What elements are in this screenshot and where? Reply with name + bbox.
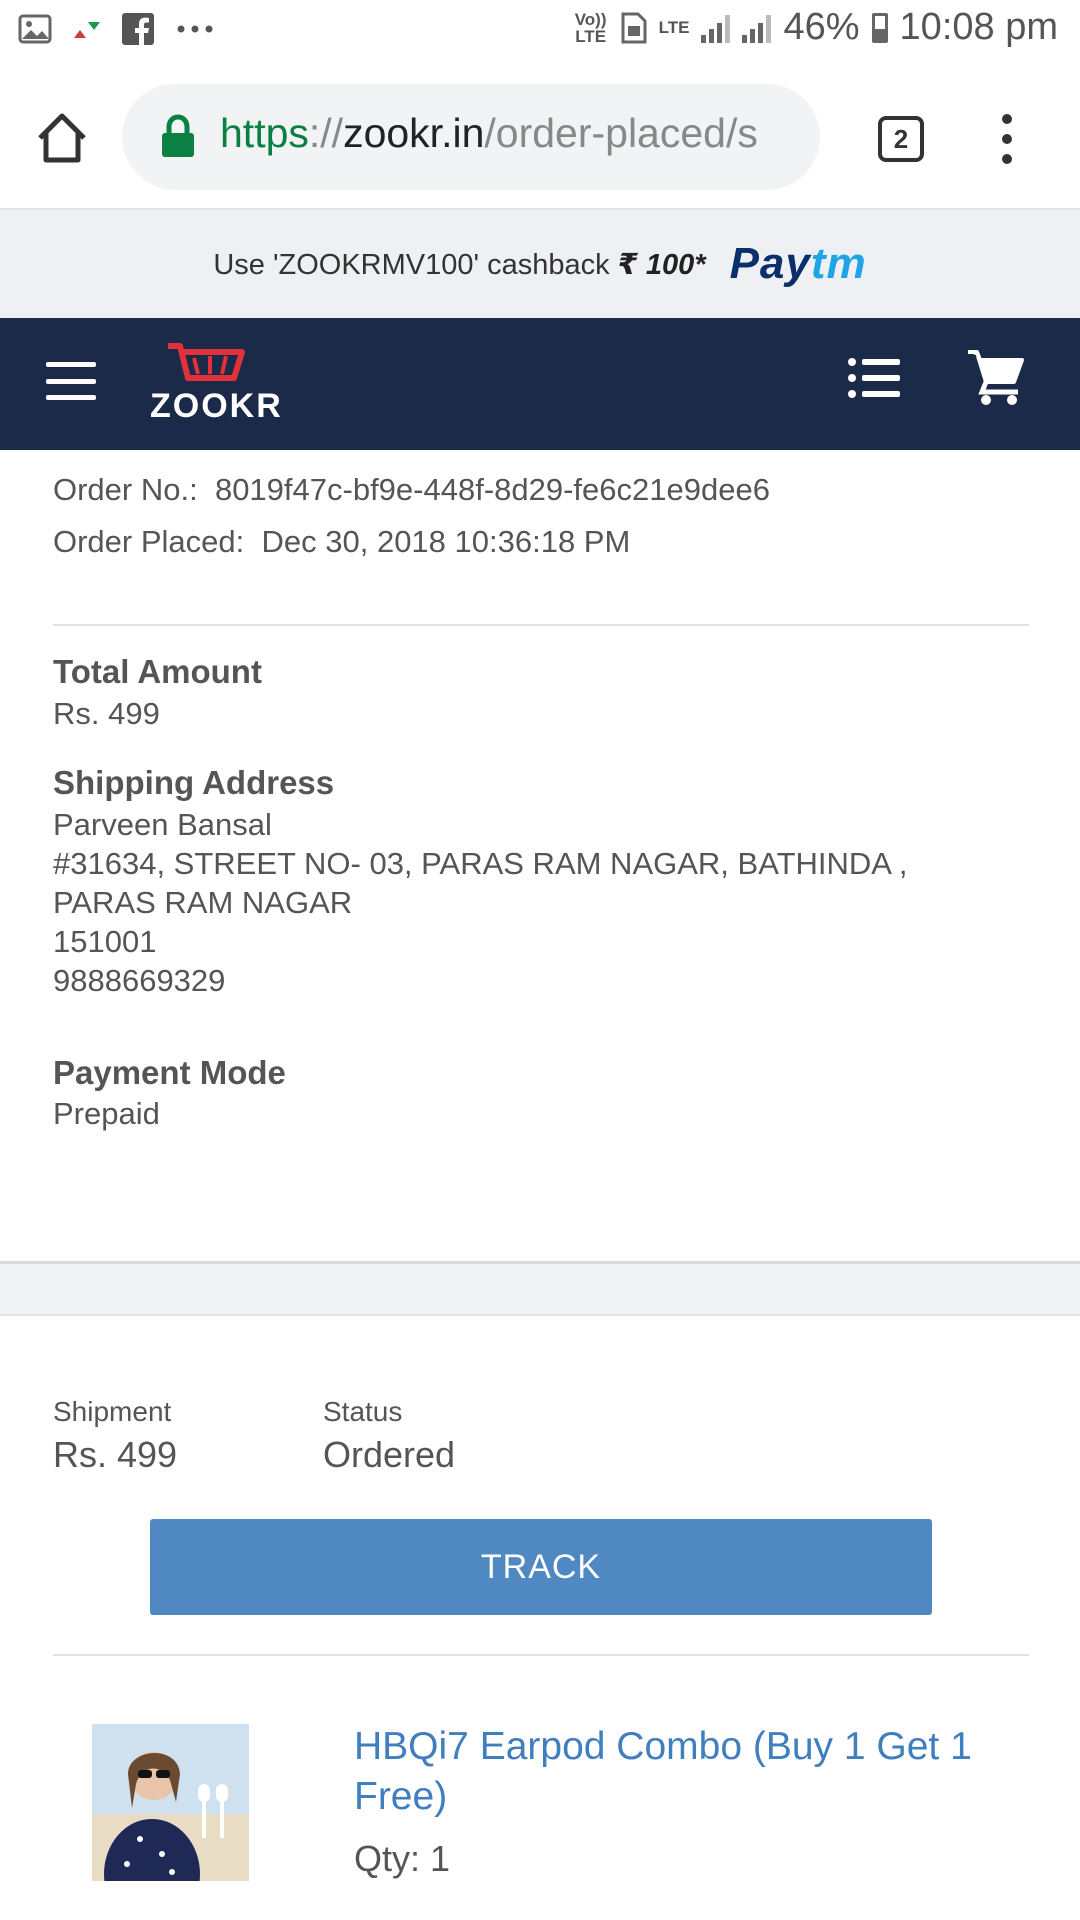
zookr-logo[interactable]: ZOOKR <box>148 340 298 432</box>
shipment-label: Shipment <box>53 1396 172 1427</box>
product-divider <box>53 1654 1029 1656</box>
url-separator: :// <box>308 110 344 156</box>
order-details-card: Order No.: 8019f47c-bf9e-448f-8d29-fe6c2… <box>0 450 1080 1264</box>
shipping-phone: 9888669329 <box>53 963 226 998</box>
status-label: Status <box>323 1396 403 1427</box>
clock: 10:08 pm <box>899 6 1058 48</box>
section-separator-band <box>0 1264 1080 1316</box>
order-placed-label: Order Placed: <box>53 524 245 559</box>
order-number-row: Order No.: 8019f47c-bf9e-448f-8d29-fe6c2… <box>53 472 770 508</box>
url-path: /order-placed/s <box>484 110 758 156</box>
promo-banner[interactable]: Use 'ZOOKRMV100' cashback ₹ 100* Paytm <box>0 210 1080 318</box>
shipping-name: Parveen Bansal <box>53 807 272 842</box>
logo-text: ZOOKR <box>150 387 283 425</box>
shipping-pincode: 151001 <box>53 924 157 959</box>
sim-icon <box>621 12 647 43</box>
total-amount-value: Rs. 499 <box>53 696 160 731</box>
home-icon[interactable] <box>34 110 90 166</box>
tab-switcher-button[interactable]: 2 <box>878 116 924 162</box>
lock-icon <box>162 114 194 157</box>
payment-mode-value: Prepaid <box>53 1096 160 1131</box>
paytm-logo: Paytm <box>729 239 867 288</box>
track-button[interactable]: TRACK <box>150 1519 932 1615</box>
data-transfer-icon <box>74 22 100 38</box>
order-placed-row: Order Placed: Dec 30, 2018 10:36:18 PM <box>53 524 630 560</box>
promo-text: Use 'ZOOKRMV100' cashback ₹ 100* <box>213 248 706 281</box>
shipping-address-line2: PARAS RAM NAGAR <box>53 885 353 920</box>
product-title-link[interactable]: HBQi7 Earpod Combo (Buy 1 Get 1 Free) <box>354 1722 994 1822</box>
orders-list-icon[interactable] <box>848 356 900 400</box>
gallery-notification-icon <box>18 14 52 44</box>
more-notifications-icon <box>177 25 213 33</box>
product-quantity: Qty: 1 <box>354 1838 451 1879</box>
status-bar: Vo)) LTE LTE 46% 10:08 pm <box>0 0 1080 64</box>
app-header: ZOOKR <box>0 318 1080 450</box>
url-text[interactable]: https://zookr.in/order-placed/s <box>220 110 758 157</box>
facebook-notification-icon <box>122 13 154 45</box>
cart-icon[interactable] <box>966 348 1024 406</box>
url-scheme: https <box>220 110 309 156</box>
product-image[interactable] <box>92 1724 249 1881</box>
shipping-address-title: Shipping Address <box>53 764 335 801</box>
address-bar[interactable]: https://zookr.in/order-placed/s <box>122 84 820 190</box>
url-host: zookr.in <box>343 110 485 156</box>
order-placed-value: Dec 30, 2018 10:36:18 PM <box>261 524 631 559</box>
product-photo-illustration <box>92 1724 249 1881</box>
section-divider <box>53 624 1029 626</box>
order-number-label: Order No.: <box>53 472 198 507</box>
battery-icon <box>871 12 888 43</box>
signal-strength-1-icon <box>701 13 731 43</box>
status-value: Ordered <box>323 1434 456 1475</box>
browser-menu-icon[interactable] <box>998 114 1016 164</box>
shipping-address-line1: #31634, STREET NO- 03, PARAS RAM NAGAR, … <box>53 846 908 881</box>
payment-mode-title: Payment Mode <box>53 1054 286 1091</box>
hamburger-menu-icon[interactable] <box>46 362 96 400</box>
lte-indicator: LTE <box>658 18 690 37</box>
shipment-value: Rs. 499 <box>53 1434 178 1475</box>
volte-indicator: Vo)) LTE <box>574 9 607 46</box>
signal-strength-2-icon <box>742 13 772 43</box>
total-amount-title: Total Amount <box>53 653 262 690</box>
browser-toolbar: https://zookr.in/order-placed/s 2 <box>0 64 1080 210</box>
battery-percentage: 46% <box>783 6 860 48</box>
promo-amount: ₹ 100* <box>617 248 706 281</box>
order-number-value: 8019f47c-bf9e-448f-8d29-fe6c21e9dee6 <box>214 472 770 507</box>
